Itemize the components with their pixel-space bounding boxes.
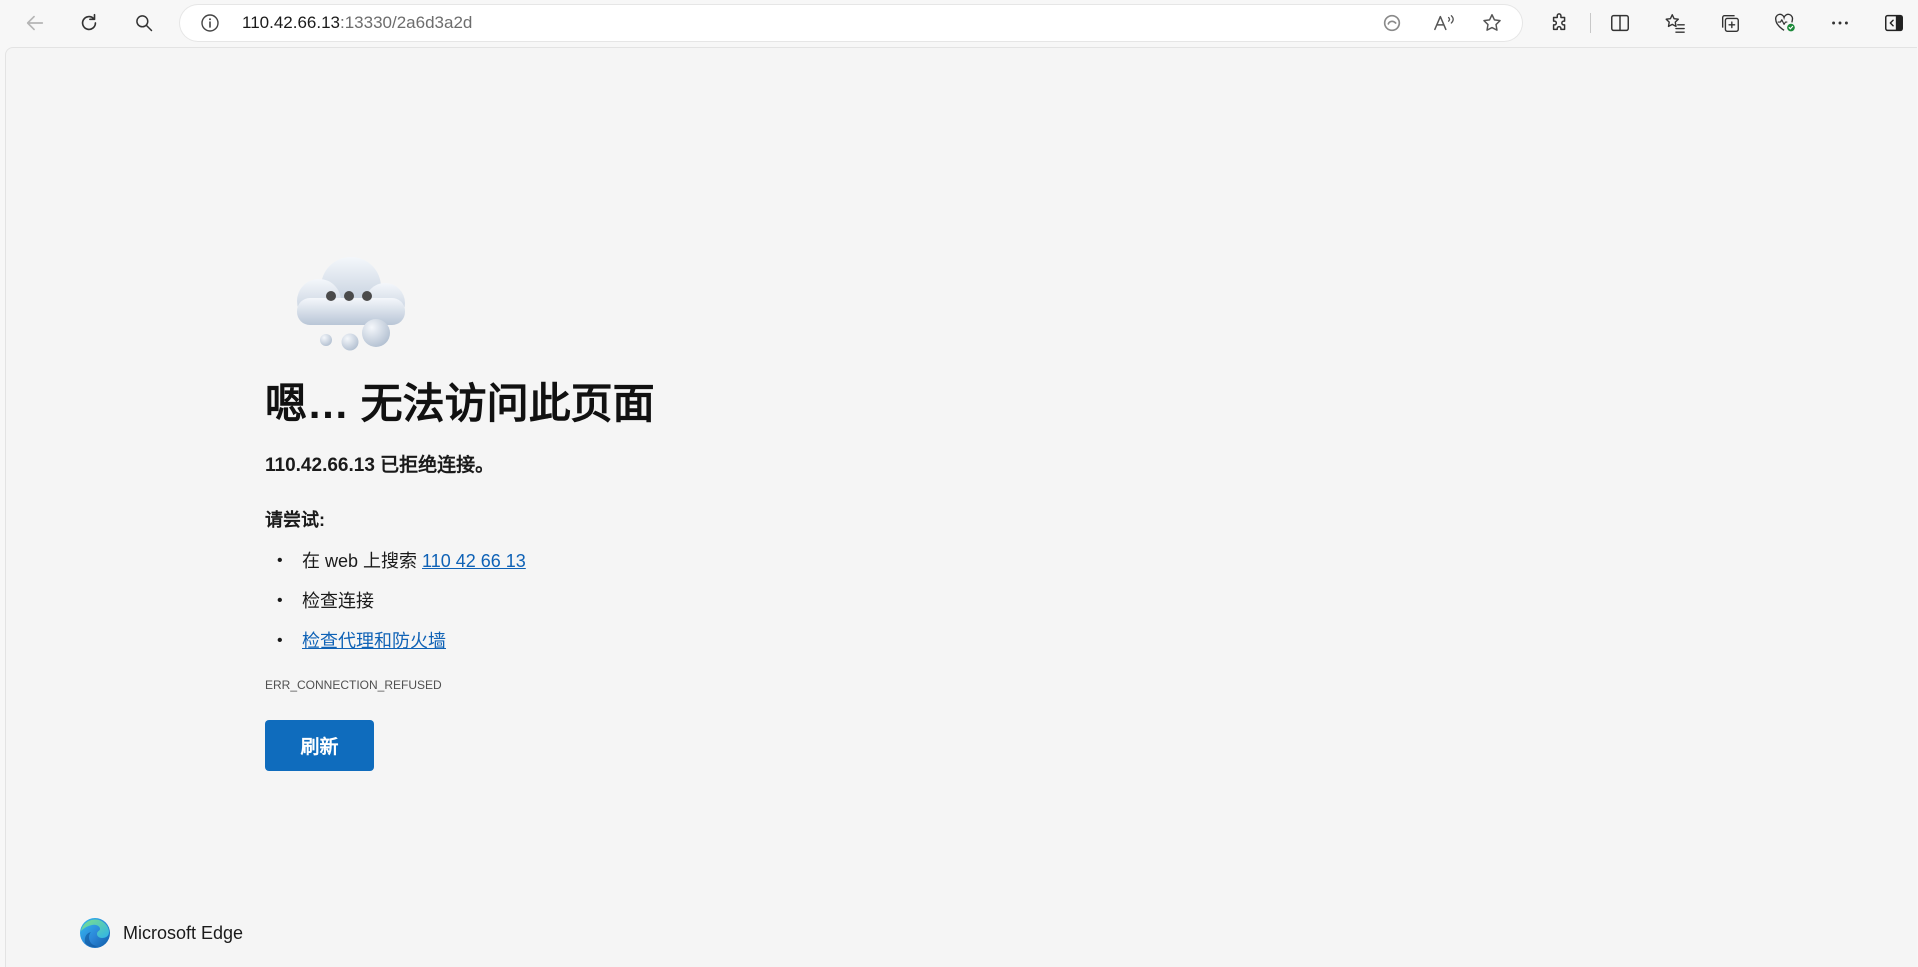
address-path: :13330/2a6d3a2d <box>340 13 473 32</box>
sidebar-toggle-icon[interactable] <box>1878 7 1910 39</box>
tracking-prevention-icon[interactable] <box>1378 9 1406 37</box>
more-dots-icon[interactable] <box>1824 7 1856 39</box>
check-proxy-firewall-link[interactable]: 检查代理和防火墙 <box>302 631 446 651</box>
heart-pulse-icon[interactable] <box>1769 7 1801 39</box>
address-bar[interactable]: 110.42.66.13:13330/2a6d3a2d <box>180 5 1522 41</box>
check-connection-text: 检查连接 <box>302 591 374 611</box>
error-code: ERR_CONNECTION_REFUSED <box>265 678 442 692</box>
info-icon[interactable] <box>200 13 220 33</box>
error-subtitle: 110.42.66.13 已拒绝连接。 <box>265 455 495 476</box>
edge-logo-icon <box>80 918 110 948</box>
edge-branding: Microsoft Edge <box>79 917 243 949</box>
read-aloud-icon[interactable] <box>1430 9 1458 37</box>
suggestion-list: 在 web 上搜索 110 42 66 13 检查连接 检查代理和防火墙 <box>265 546 526 666</box>
back-arrow-icon[interactable] <box>19 7 51 39</box>
refresh-icon[interactable] <box>73 7 105 39</box>
collections-icon[interactable] <box>1714 7 1746 39</box>
split-screen-icon[interactable] <box>1604 7 1636 39</box>
list-item-check-proxy: 检查代理和防火墙 <box>265 626 526 666</box>
try-label: 请尝试: <box>265 510 325 530</box>
search-web-link[interactable]: 110 42 66 13 <box>422 551 526 571</box>
address-host: 110.42.66.13 <box>242 13 340 32</box>
toolbar-separator <box>1590 13 1591 33</box>
browser-toolbar: 110.42.66.13:13330/2a6d3a2d <box>0 0 1918 46</box>
edge-brand-text: Microsoft Edge <box>123 922 244 943</box>
cloud-illustration-icon <box>281 253 417 353</box>
list-item-check-connection: 检查连接 <box>265 586 526 626</box>
search-web-prefix: 在 web 上搜索 <box>302 551 423 571</box>
search-icon[interactable] <box>128 7 160 39</box>
address-text[interactable]: 110.42.66.13:13330/2a6d3a2d <box>242 5 472 41</box>
list-item-search-web: 在 web 上搜索 110 42 66 13 <box>265 546 526 586</box>
page-title: 嗯… 无法访问此页面 <box>265 380 655 427</box>
refresh-button[interactable]: 刷新 <box>265 720 374 771</box>
favorites-list-icon[interactable] <box>1659 7 1691 39</box>
star-icon[interactable] <box>1478 9 1506 37</box>
puzzle-icon[interactable] <box>1544 7 1576 39</box>
